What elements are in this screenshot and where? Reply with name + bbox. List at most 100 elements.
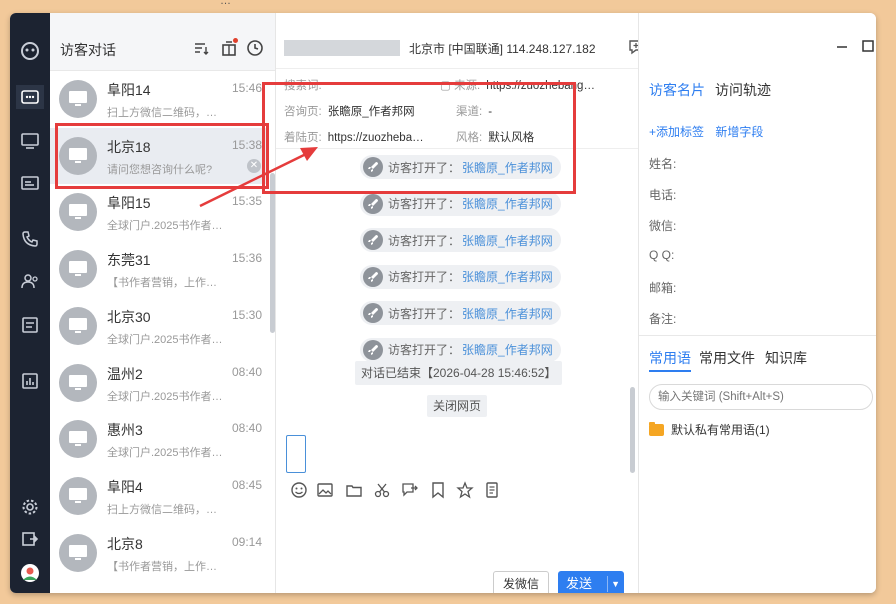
conversation-ended: 对话已结束【2026-04-28 15:46:52】	[355, 361, 563, 385]
top-strip: …	[0, 0, 896, 14]
system-message: 访客打开了： 张瞻原_作者邦网	[360, 228, 561, 252]
system-message: 访客打开了： 张瞻原_作者邦网	[360, 264, 561, 289]
star-icon[interactable]	[456, 481, 474, 499]
phone-nav-icon[interactable]	[16, 227, 44, 251]
gear-icon[interactable]	[16, 495, 44, 519]
history-icon[interactable]	[246, 39, 264, 57]
conversation-header: 访客对话	[50, 13, 275, 71]
card-nav-icon[interactable]	[16, 171, 44, 195]
send-divider	[607, 576, 608, 592]
system-message-link[interactable]: 张瞻原_作者邦网	[462, 195, 553, 212]
conversation-time: 08:45	[231, 477, 262, 492]
message-input[interactable]	[286, 435, 306, 473]
conversation-item[interactable]: 东莞31 15:36 【书作者营销，上作…	[50, 241, 268, 297]
note-icon[interactable]	[483, 481, 501, 499]
conversation-time: 09:14	[231, 534, 262, 549]
conversation-name: 阜阳14	[107, 82, 151, 98]
conversation-time: 08:40	[231, 421, 262, 436]
system-message-text: 访客打开了：	[388, 343, 461, 357]
monitor-nav-icon[interactable]	[16, 129, 44, 153]
monitor-icon	[59, 306, 97, 345]
chat-scrollbar[interactable]	[630, 387, 635, 473]
conversation-panel: 访客对话 阜阳14 15:46 扫上方微信二维码，… 北京18 15:38 请问您想咨询什…	[50, 13, 276, 593]
phrase-folder[interactable]: 默认私有常用语(1)	[649, 421, 770, 438]
visitor-field-label[interactable]: 微信:	[649, 217, 676, 234]
conversation-time: 15:46	[231, 81, 262, 95]
add-tag-link[interactable]: +添加标签	[649, 125, 704, 139]
stats-nav-icon[interactable]	[16, 369, 44, 393]
chevron-down-icon[interactable]: ▼	[611, 571, 620, 593]
message-area: 对话已结束【2026-04-28 15:46:52】 关闭网页 访客打开了： 张瞻…	[276, 149, 638, 475]
send-wechat-button[interactable]: 发微信	[493, 571, 549, 593]
conversation-name: 北京8	[107, 535, 143, 552]
system-message: 访客打开了： 张瞻原_作者邦网	[360, 337, 561, 362]
monitor-icon	[59, 476, 97, 515]
monitor-icon	[59, 363, 97, 402]
conversation-item[interactable]: 阜阳4 08:45 扫上方微信二维码，…	[50, 468, 268, 524]
annotation-box-conversation	[55, 123, 269, 189]
emoji-icon[interactable]	[290, 481, 308, 499]
visitor-field-label[interactable]: 备注:	[649, 310, 676, 327]
system-message-link[interactable]: 张瞻原_作者邦网	[462, 341, 553, 358]
conversation-name: 温州2	[107, 365, 143, 382]
conversation-preview: 全球门户.2025书作者…	[107, 220, 223, 233]
conversation-name: 东莞31	[107, 252, 151, 269]
conversation-name: 阜阳15	[107, 195, 151, 212]
conversation-item[interactable]: 北京30 15:30 全球门户.2025书作者…	[50, 298, 268, 354]
tab-common-files[interactable]: 常用文件	[699, 348, 755, 368]
visitor-field-label[interactable]: 邮箱:	[649, 279, 676, 296]
avatar[interactable]	[16, 561, 44, 585]
chat-nav-icon[interactable]	[16, 85, 44, 109]
visitor-field-label[interactable]: 电话:	[649, 186, 676, 203]
system-message-link[interactable]: 张瞻原_作者邦网	[462, 232, 553, 249]
users-nav-icon[interactable]	[16, 269, 44, 293]
conversation-name: 北京30	[107, 308, 151, 325]
system-message-link[interactable]: 张瞻原_作者邦网	[462, 305, 553, 322]
close-page-button[interactable]: 关闭网页	[427, 395, 488, 417]
conversation-item[interactable]: 温州2 08:40 全球门户.2025书作者…	[50, 355, 268, 411]
bookmark-icon[interactable]	[429, 481, 447, 499]
folder-icon[interactable]	[345, 481, 363, 499]
minimize-icon[interactable]	[835, 39, 849, 53]
conversation-name: 阜阳4	[107, 478, 143, 495]
visitor-info-panel: 访客名片 访问轨迹 +添加标签 新增字段 姓名: 电话: 微信: Q Q: 邮箱: 备注:…	[638, 13, 876, 593]
logo-icon	[16, 39, 44, 63]
conversation-item[interactable]: 北京8 09:14 【书作者营销，上作…	[50, 525, 268, 581]
sort-icon[interactable]	[192, 39, 210, 57]
visitor-location: 北京市 [中国联通] 114.248.127.182	[409, 42, 596, 56]
rocket-icon	[363, 303, 383, 323]
visitor-field-label[interactable]: Q Q:	[649, 248, 674, 262]
conversation-title: 访客对话	[60, 42, 116, 58]
conversation-preview: 全球门户.2025书作者…	[107, 447, 223, 460]
conversation-item[interactable]: 惠州3 08:40 全球门户.2025书作者…	[50, 411, 268, 467]
scissors-icon[interactable]	[373, 481, 391, 499]
rocket-icon	[363, 266, 383, 287]
tab-visit-track[interactable]: 访问轨迹	[715, 80, 771, 100]
conversation-preview: 【书作者营销，上作…	[107, 560, 217, 573]
add-field-link[interactable]: 新增字段	[715, 125, 763, 139]
nav-rail	[10, 13, 50, 593]
tab-common-phrases[interactable]: 常用语	[649, 348, 691, 372]
monitor-icon	[59, 250, 97, 289]
maximize-icon[interactable]	[861, 39, 875, 53]
conversation-preview: 扫上方微信二维码，…	[107, 107, 217, 119]
tab-visitor-card[interactable]: 访客名片	[649, 80, 705, 100]
send-button[interactable]: 发送 ▼	[558, 571, 624, 593]
transfer-icon[interactable]	[401, 481, 419, 499]
conversation-preview: 全球门户.2025书作者…	[107, 333, 223, 346]
system-message: 访客打开了： 张瞻原_作者邦网	[360, 301, 561, 325]
monitor-icon	[59, 80, 97, 118]
conversation-time: 15:30	[231, 307, 262, 322]
conversation-scrollbar[interactable]	[270, 173, 275, 333]
report-nav-icon[interactable]	[16, 313, 44, 337]
export-icon[interactable]	[16, 527, 44, 551]
conversation-time: 15:35	[231, 194, 262, 209]
image-icon[interactable]	[316, 481, 334, 499]
tab-knowledge-base[interactable]: 知识库	[765, 348, 807, 368]
system-message-text: 访客打开了：	[388, 306, 461, 321]
system-message-link[interactable]: 张瞻原_作者邦网	[462, 268, 553, 285]
conversation-item[interactable]: 阜阳14 15:46 扫上方微信二维码，…	[50, 71, 268, 127]
keyword-search-input[interactable]	[649, 384, 873, 410]
visitor-field-label[interactable]: 姓名:	[649, 155, 676, 172]
conversation-item[interactable]: 阜阳15 15:35 全球门户.2025书作者…	[50, 184, 268, 240]
